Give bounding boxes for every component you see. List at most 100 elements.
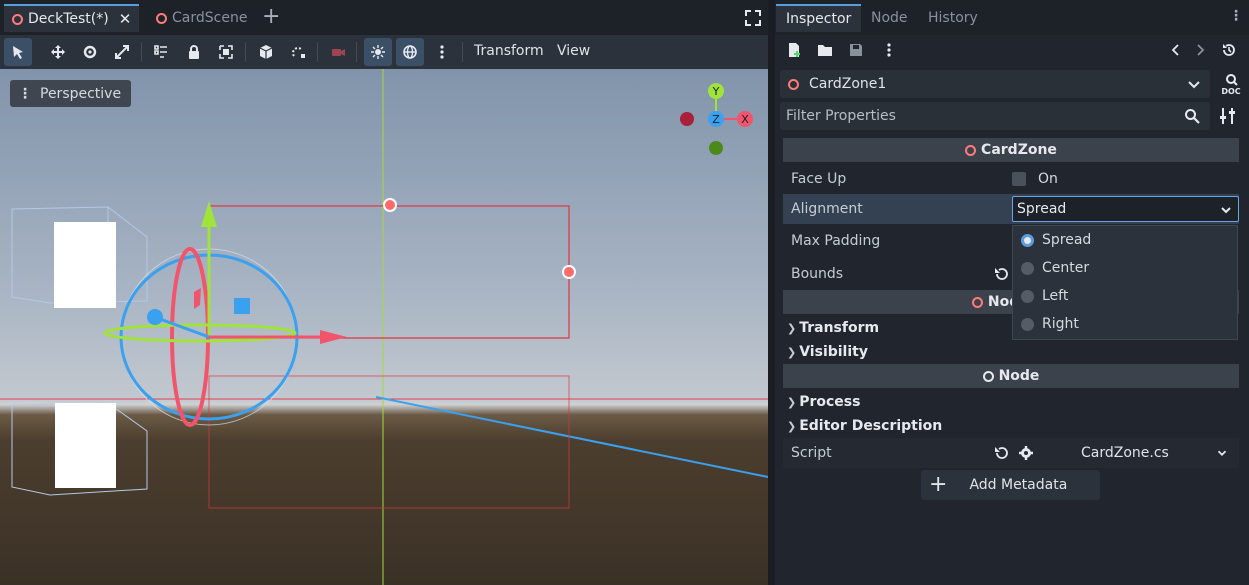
- alignment-select[interactable]: Spread: [1012, 196, 1239, 222]
- view-menu[interactable]: View: [557, 43, 590, 59]
- scene-canvas[interactable]: Y Z X: [0, 69, 768, 585]
- bounds-handle-right: [562, 265, 576, 279]
- list-select-icon[interactable]: [147, 38, 175, 66]
- z-axis-line: [375, 396, 768, 478]
- plus-icon: +: [929, 472, 948, 497]
- snap-icon[interactable]: [285, 38, 313, 66]
- more-icon[interactable]: [881, 42, 899, 60]
- option-center[interactable]: Center: [1013, 254, 1237, 282]
- tab-inspector[interactable]: Inspector: [776, 4, 862, 32]
- dock-tab-bar: Inspector Node History ⋮: [775, 0, 1249, 35]
- chevron-down-icon[interactable]: [1215, 446, 1229, 460]
- revert-icon[interactable]: [993, 445, 1009, 465]
- transform-gizmo: [103, 201, 347, 427]
- chevron-right-icon: ❯: [787, 419, 797, 433]
- close-icon[interactable]: ✕: [119, 10, 132, 28]
- chevron-right-icon: ❯: [787, 395, 797, 409]
- kebab-icon: ⋮: [18, 85, 32, 102]
- section-title: Node: [998, 368, 1040, 384]
- filter-placeholder: Filter Properties: [786, 108, 896, 124]
- tab-history[interactable]: History: [918, 4, 988, 32]
- chevron-down-icon: [1221, 207, 1231, 214]
- group-process[interactable]: ❯ Process: [783, 390, 1239, 414]
- open-docs-icon[interactable]: DOC: [1219, 72, 1243, 96]
- gizmo-y-label: Y: [712, 85, 720, 98]
- add-tab-icon[interactable]: +: [262, 6, 280, 28]
- node-ring-icon: [156, 12, 167, 24]
- transform-menu[interactable]: Transform: [474, 43, 544, 59]
- edited-object-selector[interactable]: CardZone1: [780, 70, 1210, 98]
- sun-preview-icon[interactable]: [364, 38, 392, 66]
- script-gear-icon[interactable]: [1018, 445, 1034, 465]
- face-up-checkbox[interactable]: [1012, 172, 1026, 186]
- camera-icon[interactable]: [324, 38, 352, 66]
- history-back-icon[interactable]: [1168, 42, 1186, 60]
- edited-object-name: CardZone1: [809, 76, 887, 92]
- chevron-right-icon: ❯: [787, 345, 797, 359]
- option-label: Center: [1042, 260, 1090, 276]
- gizmo-x-label: X: [741, 113, 749, 126]
- scene-tab-bar: DeckTest(*) ✕ CardScene +: [0, 0, 768, 35]
- group-label: Transform: [799, 320, 880, 336]
- group-icon[interactable]: [212, 38, 240, 66]
- object-history-icon[interactable]: [1221, 42, 1239, 60]
- group-editor-description[interactable]: ❯ Editor Description: [783, 414, 1239, 438]
- tab-label: CardScene: [172, 10, 248, 26]
- rotate-tool-icon[interactable]: [76, 38, 104, 66]
- more-options-icon[interactable]: [428, 38, 456, 66]
- option-label: Spread: [1042, 232, 1092, 248]
- tab-decktest[interactable]: DeckTest(*) ✕: [4, 4, 140, 32]
- revert-icon[interactable]: [993, 266, 1009, 286]
- radio-icon: [1021, 261, 1034, 275]
- lock-icon[interactable]: [180, 38, 208, 66]
- tab-label: DeckTest(*): [28, 11, 109, 27]
- prop-label: Bounds: [791, 266, 844, 282]
- section-node[interactable]: Node: [783, 364, 1239, 388]
- option-label: Left: [1042, 288, 1069, 304]
- perspective-menu-button[interactable]: ⋮ Perspective: [10, 80, 132, 107]
- prop-label: Max Padding: [791, 233, 881, 249]
- add-metadata-button[interactable]: + Add Metadata: [921, 470, 1100, 500]
- filter-properties-input[interactable]: Filter Properties: [780, 102, 1210, 130]
- history-forward-icon[interactable]: [1192, 42, 1210, 60]
- 3d-viewport[interactable]: Y Z X ⋮ Perspective: [0, 69, 768, 585]
- perspective-label: Perspective: [40, 85, 122, 102]
- dock-menu-icon[interactable]: ⋮: [1229, 8, 1243, 24]
- tab-cardscene[interactable]: CardScene: [148, 4, 255, 32]
- inspector-toolbar: [775, 35, 1249, 67]
- save-icon[interactable]: [848, 42, 866, 60]
- prop-script: Script CardZone.cs: [783, 438, 1239, 468]
- property-tools-icon[interactable]: [1219, 107, 1237, 129]
- section-cardzone[interactable]: CardZone: [783, 138, 1239, 162]
- alignment-value: Spread: [1017, 201, 1067, 217]
- toolbar-divider: [141, 42, 142, 62]
- environment-preview-icon[interactable]: [396, 38, 424, 66]
- prop-label: Face Up: [791, 171, 847, 187]
- option-spread[interactable]: Spread: [1013, 226, 1237, 254]
- dock-splitter[interactable]: [768, 0, 775, 585]
- new-resource-icon[interactable]: [786, 42, 804, 60]
- toolbar-divider: [356, 42, 357, 62]
- scale-tool-icon[interactable]: [108, 38, 136, 66]
- snap-object-icon[interactable]: [252, 38, 280, 66]
- bounds-handle-top: [383, 198, 397, 212]
- gizmo-z-label: Z: [712, 113, 720, 126]
- face-up-value: On: [1038, 171, 1058, 187]
- script-file-name[interactable]: CardZone.cs: [1081, 445, 1169, 461]
- select-tool-icon[interactable]: [4, 38, 32, 66]
- radio-selected-icon: [1021, 233, 1034, 247]
- node-ring-icon: [12, 13, 23, 25]
- option-right[interactable]: Right: [1013, 310, 1237, 338]
- open-folder-icon[interactable]: [817, 42, 835, 60]
- scene-editor: DeckTest(*) ✕ CardScene + Transform View…: [0, 0, 768, 585]
- zone-bounds-bottom: [208, 375, 570, 509]
- fullscreen-icon[interactable]: [745, 10, 761, 26]
- group-label: Editor Description: [799, 418, 943, 434]
- move-tool-icon[interactable]: [44, 38, 72, 66]
- group-visibility[interactable]: ❯ Visibility: [783, 340, 1239, 364]
- option-left[interactable]: Left: [1013, 282, 1237, 310]
- viewport-toolbar: Transform View: [0, 35, 768, 69]
- search-icon: [1185, 109, 1200, 124]
- chevron-down-icon: [1188, 81, 1200, 89]
- tab-node[interactable]: Node: [861, 4, 918, 32]
